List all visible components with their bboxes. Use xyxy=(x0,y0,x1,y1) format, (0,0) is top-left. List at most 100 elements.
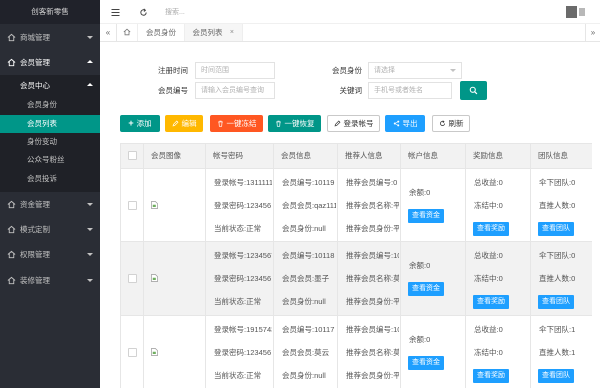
sidebar-item-members[interactable]: 会员管理 xyxy=(0,50,100,75)
member-cell: 会员编号:10117 会员会员:莫云 会员身份:null xyxy=(274,316,338,388)
user-menu-icon[interactable] xyxy=(579,8,585,16)
edit-button[interactable]: 编辑 xyxy=(165,115,203,132)
header-search-input[interactable] xyxy=(165,5,285,19)
freeze-all-button[interactable]: 一键冻结 xyxy=(210,115,263,132)
balance: 余额:0 xyxy=(409,188,431,197)
tab-scroll-right-button[interactable]: » xyxy=(585,24,600,41)
sidebar-item-member-list[interactable]: 会员列表 xyxy=(0,115,100,133)
member-table: 会员图像 帐号密码 会员信息 推荐人信息 帐户信息 奖励信息 团队信息 登录帐号… xyxy=(120,143,592,388)
refresh-icon[interactable] xyxy=(139,8,148,17)
referrer-name: 推荐会员名称:莫生 xyxy=(346,348,399,357)
member-number: 会员编号:10117 xyxy=(282,325,335,334)
row-checkbox[interactable] xyxy=(128,274,137,283)
account-info-cell: 余额:0 查看资金 xyxy=(401,169,466,241)
view-rewards-button[interactable]: 查看奖励 xyxy=(473,369,509,383)
sidebar-item-label: 模式定制 xyxy=(20,225,50,234)
frozen-amount: 冻结中:0 xyxy=(474,348,503,357)
referrer-identity: 推荐会员身份:平台 xyxy=(346,224,399,233)
edit-button-label: 编辑 xyxy=(181,119,197,128)
sidebar-item-label: 会员管理 xyxy=(20,58,50,67)
select-all-checkbox[interactable] xyxy=(128,151,137,160)
tab-member-identity[interactable]: 会员身份 xyxy=(138,24,185,41)
broken-image-icon xyxy=(151,201,158,209)
referrer-name: 推荐会员名称:莫云 xyxy=(346,274,399,283)
add-button[interactable]: + 添加 xyxy=(120,115,160,132)
home-icon xyxy=(7,225,16,234)
member-cell: 会员编号:10119 会员会员:qaz111 会员身份:null xyxy=(274,169,338,241)
referrer-number: 推荐会员编号:10116 xyxy=(346,325,399,334)
app-logo[interactable]: 创客新零售 xyxy=(0,0,100,24)
avatar-cell xyxy=(144,242,206,315)
reg-time-label: 注册时间 xyxy=(158,66,188,75)
team-size: 伞下团队:0 xyxy=(539,178,576,187)
sidebar-item-funds[interactable]: 资金管理 xyxy=(0,192,100,217)
team-cell: 伞下团队:1 直推人数:1 查看团队 xyxy=(531,316,592,388)
trash-icon xyxy=(275,120,282,127)
sidebar-item-decoration[interactable]: 装修管理 xyxy=(0,268,100,293)
team-size: 伞下团队:0 xyxy=(539,251,576,260)
share-icon xyxy=(393,120,400,127)
sidebar-item-permissions[interactable]: 权限管理 xyxy=(0,242,100,267)
reward-cell: 总收益:0 冻结中:0 查看奖励 xyxy=(466,316,531,388)
sidebar-subgroup-label: 会员中心 xyxy=(20,81,50,90)
sidebar-item-member-identity[interactable]: 会员身份 xyxy=(0,96,100,114)
view-rewards-button[interactable]: 查看奖励 xyxy=(473,222,509,236)
view-funds-button[interactable]: 查看资金 xyxy=(408,356,444,370)
login-account: 登录帐号:1234567 xyxy=(214,251,272,260)
home-icon xyxy=(7,58,16,67)
sidebar-item-official-fans[interactable]: 公众号粉丝 xyxy=(0,151,100,169)
keyword-input[interactable] xyxy=(368,82,452,99)
avatar-cell xyxy=(144,316,206,388)
menu-icon[interactable] xyxy=(111,8,120,17)
tab-home[interactable] xyxy=(117,24,138,41)
view-team-button[interactable]: 查看团队 xyxy=(538,369,574,383)
account-info-cell: 余额:0 查看资金 xyxy=(401,316,466,388)
view-funds-button[interactable]: 查看资金 xyxy=(408,209,444,223)
sidebar: 创客新零售 商城管理 会员管理 会员中心 会员身份 会员列表 身份变动 公众号粉… xyxy=(0,0,100,388)
login-password: 登录密码:123456 xyxy=(214,348,272,357)
sidebar-item-mode[interactable]: 模式定制 xyxy=(0,217,100,242)
balance: 余额:0 xyxy=(409,335,431,344)
export-button-label: 导出 xyxy=(402,119,418,128)
avatar[interactable] xyxy=(566,6,577,18)
chevron-down-icon xyxy=(87,253,93,256)
trash-icon xyxy=(217,120,224,127)
account-status: 当前状态:正常 xyxy=(214,224,262,233)
close-icon[interactable]: × xyxy=(230,24,234,41)
restore-all-button[interactable]: 一键恢复 xyxy=(268,115,321,132)
member-cell: 会员编号:10118 会员会员:墨子 会员身份:null xyxy=(274,242,338,315)
view-funds-button[interactable]: 查看资金 xyxy=(408,282,444,296)
team-size: 伞下团队:1 xyxy=(539,325,576,334)
sidebar-subgroup-member-center[interactable]: 会员中心 xyxy=(0,75,100,97)
view-team-button[interactable]: 查看团队 xyxy=(538,222,574,236)
reg-time-input[interactable] xyxy=(195,62,275,79)
refresh-button[interactable]: 刷新 xyxy=(432,115,470,132)
table-row: 登录帐号:131111111 登录密码:123456 当前状态:正常 会员编号:… xyxy=(121,169,592,242)
member-number: 会员编号:10119 xyxy=(282,178,335,187)
search-button[interactable] xyxy=(460,81,487,100)
tab-member-list[interactable]: 会员列表 × xyxy=(185,24,243,41)
sidebar-item-complaints[interactable]: 会员投诉 xyxy=(0,170,100,188)
tab-scroll-left-button[interactable]: « xyxy=(100,24,117,41)
sidebar-item-label: 资金管理 xyxy=(20,200,50,209)
export-button[interactable]: 导出 xyxy=(385,115,425,132)
sidebar-item-identity-change[interactable]: 身份变动 xyxy=(0,133,100,151)
login-account-button[interactable]: 登录帐号 xyxy=(327,115,380,132)
row-checkbox[interactable] xyxy=(128,348,137,357)
view-rewards-button[interactable]: 查看奖励 xyxy=(473,295,509,309)
member-no-label: 会员编号 xyxy=(158,86,188,95)
refresh-button-label: 刷新 xyxy=(448,119,464,128)
login-account: 登录帐号:131111111 xyxy=(214,178,272,187)
column-header: 奖励信息 xyxy=(466,144,531,168)
member-no-input[interactable] xyxy=(195,82,275,99)
chevron-up-icon xyxy=(87,83,93,86)
table-row: 登录帐号:19157430 登录密码:123456 当前状态:正常 会员编号:1… xyxy=(121,316,592,388)
sidebar-item-mall[interactable]: 商城管理 xyxy=(0,25,100,50)
row-checkbox[interactable] xyxy=(128,201,137,210)
plus-icon: + xyxy=(128,118,134,128)
row-select-cell xyxy=(121,316,144,388)
identity-select[interactable]: 请选择 xyxy=(368,62,462,79)
home-icon xyxy=(7,250,16,259)
team-cell: 伞下团队:0 直推人数:0 查看团队 xyxy=(531,242,592,315)
view-team-button[interactable]: 查看团队 xyxy=(538,295,574,309)
